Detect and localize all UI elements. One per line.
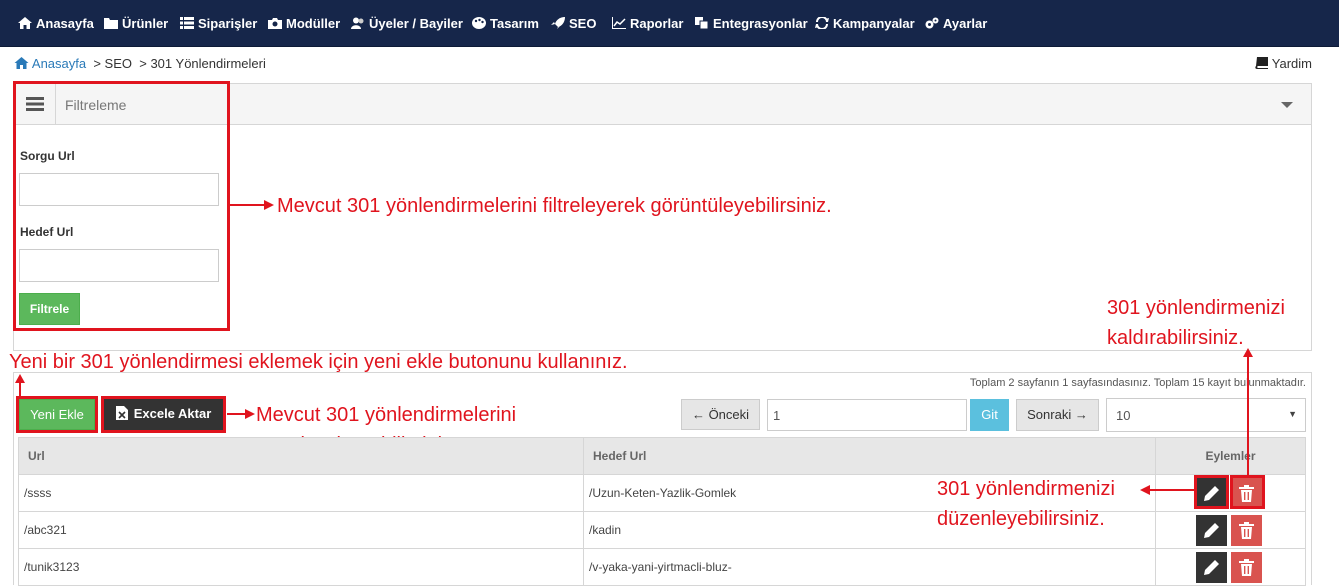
edit-button[interactable]: [1196, 551, 1227, 583]
breadcrumb-current: > 301 Yönlendirmeleri: [139, 56, 266, 71]
column-header-actions: Eylemler: [1155, 437, 1306, 475]
delete-highlight-box: [1230, 475, 1265, 509]
refresh-icon: [815, 17, 829, 29]
cell-url: /tunik3123: [18, 548, 584, 586]
delete-annotation-line2: kaldırabilirsiniz.: [1107, 327, 1244, 349]
list-icon: [180, 17, 194, 29]
excel-annotation-line1: Mevcut 301 yönlendirmelerini: [256, 404, 517, 426]
nav-label: SEO: [569, 16, 597, 31]
table-header-row: Url Hedef Url Eylemler: [18, 437, 1306, 475]
delete-arrow: [1243, 348, 1253, 476]
add-highlight-box: [16, 396, 98, 433]
chevron-down-icon: ▼: [1288, 409, 1297, 419]
nav-item-anasayfa[interactable]: Anasayfa: [18, 16, 94, 31]
camera-icon: [268, 18, 282, 29]
filter-highlight-box: [13, 81, 230, 331]
breadcrumb-seo[interactable]: > SEO: [93, 56, 132, 71]
pencil-icon: [1204, 559, 1219, 575]
nav-label: Kampanyalar: [833, 16, 915, 31]
home-icon: [14, 57, 29, 69]
edit-button[interactable]: [1196, 514, 1227, 546]
nav-label: Ayarlar: [943, 16, 988, 31]
edit-highlight-box: [1194, 475, 1229, 509]
nav-item-moduller[interactable]: Modüller: [268, 16, 340, 31]
nav-item-raporlar[interactable]: Raporlar: [612, 16, 683, 31]
redirects-table: Url Hedef Url Eylemler /ssss /Uzun-Keten…: [18, 437, 1306, 586]
previous-page-button[interactable]: ← Önceki: [681, 399, 760, 430]
trash-icon: [1239, 521, 1254, 539]
users-icon: [351, 17, 364, 29]
nav-item-kampanyalar[interactable]: Kampanyalar: [815, 16, 915, 31]
home-icon: [18, 17, 32, 29]
nav-label: Entegrasyonlar: [713, 16, 808, 31]
folder-icon: [104, 18, 118, 29]
cell-target: /v-yaka-yani-yirtmacli-bluz-: [583, 548, 1156, 586]
collapse-caret-icon[interactable]: [1281, 102, 1293, 108]
nav-item-entegrasyonlar[interactable]: Entegrasyonlar: [695, 16, 808, 31]
cell-actions: [1155, 548, 1306, 586]
gears-icon: [925, 17, 939, 29]
nav-item-tasarim[interactable]: Tasarım: [472, 16, 539, 31]
trash-icon: [1239, 558, 1254, 576]
page-size-select[interactable]: 10 ▼: [1106, 398, 1306, 432]
nav-item-uyeler[interactable]: Üyeler / Bayiler: [351, 16, 463, 31]
nav-item-seo[interactable]: SEO: [551, 16, 596, 31]
delete-button[interactable]: [1231, 551, 1262, 583]
cell-url: /ssss: [18, 474, 584, 512]
nav-label: Raporlar: [630, 16, 684, 31]
book-icon: [1255, 57, 1269, 69]
page-number-input[interactable]: [767, 399, 967, 431]
nav-label: Ürünler: [122, 16, 169, 31]
plugin-icon: [695, 17, 709, 29]
cell-actions: [1155, 511, 1306, 549]
nav-label: Anasayfa: [36, 16, 94, 31]
filter-arrow: [230, 200, 274, 210]
delete-button[interactable]: [1231, 514, 1262, 546]
delete-annotation-line1: 301 yönlendirmenizi: [1107, 297, 1285, 319]
rocket-icon: [551, 17, 565, 29]
edit-annotation-line2: düzenleyebilirsiniz.: [937, 508, 1105, 530]
top-navigation: Anasayfa Ürünler Siparişler Modüller Üye…: [0, 0, 1339, 47]
edit-annotation-line1: 301 yönlendirmenizi: [937, 478, 1115, 500]
go-button[interactable]: Git: [970, 399, 1009, 431]
pencil-icon: [1204, 522, 1219, 538]
filter-annotation: Mevcut 301 yönlendirmelerini filtreleyer…: [277, 195, 832, 217]
nav-label: Tasarım: [490, 16, 539, 31]
chart-icon: [612, 17, 626, 29]
nav-label: Modüller: [286, 16, 341, 31]
nav-label: Üyeler / Bayiler: [369, 16, 463, 31]
excel-highlight-box: [101, 396, 226, 433]
pagination-info: Toplam 2 sayfanın 1 sayfasındasınız. Top…: [969, 377, 1306, 389]
cell-url: /abc321: [18, 511, 584, 549]
nav-label: Siparişler: [198, 16, 258, 31]
table-row: /tunik3123 /v-yaka-yani-yirtmacli-bluz-: [18, 548, 1306, 586]
excel-arrow: [227, 409, 255, 419]
breadcrumb: Anasayfa > SEO > 301 Yönlendirmeleri: [14, 56, 266, 71]
help-label: Yardim: [1271, 56, 1312, 71]
page-size-value: 10: [1116, 408, 1131, 423]
help-link[interactable]: Yardim: [1255, 56, 1312, 71]
nav-item-ayarlar[interactable]: Ayarlar: [925, 16, 987, 31]
palette-icon: [472, 17, 486, 29]
table-row: /abc321 /kadin: [18, 511, 1306, 549]
nav-item-urunler[interactable]: Ürünler: [104, 16, 168, 31]
column-header-target[interactable]: Hedef Url: [583, 437, 1156, 475]
breadcrumb-home-link[interactable]: Anasayfa: [32, 56, 86, 71]
edit-arrow: [1140, 485, 1196, 495]
column-header-url[interactable]: Url: [18, 437, 584, 475]
nav-item-siparisler[interactable]: Siparişler: [180, 16, 257, 31]
next-page-button[interactable]: Sonraki →: [1016, 399, 1099, 431]
